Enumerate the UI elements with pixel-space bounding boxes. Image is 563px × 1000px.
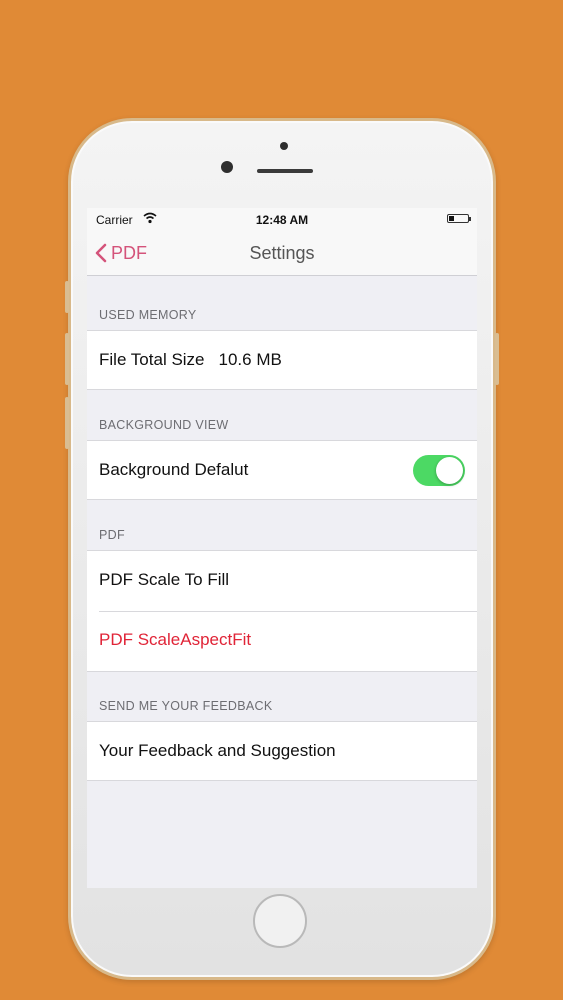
- cell-separator: [99, 611, 477, 612]
- volume-down-button: [65, 397, 69, 449]
- file-total-size-row: File Total Size 10.6 MB: [99, 350, 282, 370]
- page-title: Settings: [249, 243, 315, 263]
- file-total-size-cell: File Total Size 10.6 MB: [87, 330, 477, 390]
- battery-icon: [447, 214, 471, 223]
- section-header-feedback: SEND ME YOUR FEEDBACK: [99, 699, 273, 713]
- file-total-size-label: File Total Size: [99, 350, 205, 369]
- background-default-toggle[interactable]: [413, 455, 465, 486]
- front-camera: [221, 161, 233, 173]
- section-header-background-view: BACKGROUND VIEW: [99, 418, 229, 432]
- pdf-options-group: PDF Scale To Fill PDF ScaleAspectFit: [87, 550, 477, 672]
- feedback-cell[interactable]: Your Feedback and Suggestion: [87, 721, 477, 781]
- toggle-knob: [436, 457, 463, 484]
- screen: Carrier 12:48 AM PDF Settings USED MEMOR…: [87, 208, 477, 888]
- volume-up-button: [65, 333, 69, 385]
- home-button[interactable]: [253, 894, 307, 948]
- background-default-label: Background Defalut: [99, 460, 249, 479]
- pdf-scale-to-fill-label: PDF Scale To Fill: [99, 570, 230, 589]
- mute-switch: [65, 281, 69, 313]
- proximity-sensor: [280, 142, 288, 150]
- file-total-size-value: 10.6 MB: [218, 350, 282, 369]
- pdf-scale-aspect-fit-label: PDF ScaleAspectFit: [99, 630, 252, 649]
- pdf-scale-aspect-fit-cell[interactable]: PDF ScaleAspectFit: [87, 611, 477, 672]
- background-default-cell: Background Defalut: [87, 440, 477, 500]
- status-time: 12:48 AM: [255, 213, 309, 227]
- power-button: [495, 333, 499, 385]
- status-bar: Carrier 12:48 AM: [87, 208, 477, 230]
- earpiece-speaker: [257, 169, 313, 173]
- feedback-label: Your Feedback and Suggestion: [99, 741, 336, 760]
- section-header-used-memory: USED MEMORY: [99, 308, 197, 322]
- phone-frame: Carrier 12:48 AM PDF Settings USED MEMOR…: [65, 118, 499, 980]
- navigation-bar: PDF Settings: [87, 230, 477, 276]
- section-header-pdf: PDF: [99, 528, 125, 542]
- pdf-scale-to-fill-cell[interactable]: PDF Scale To Fill: [87, 551, 477, 611]
